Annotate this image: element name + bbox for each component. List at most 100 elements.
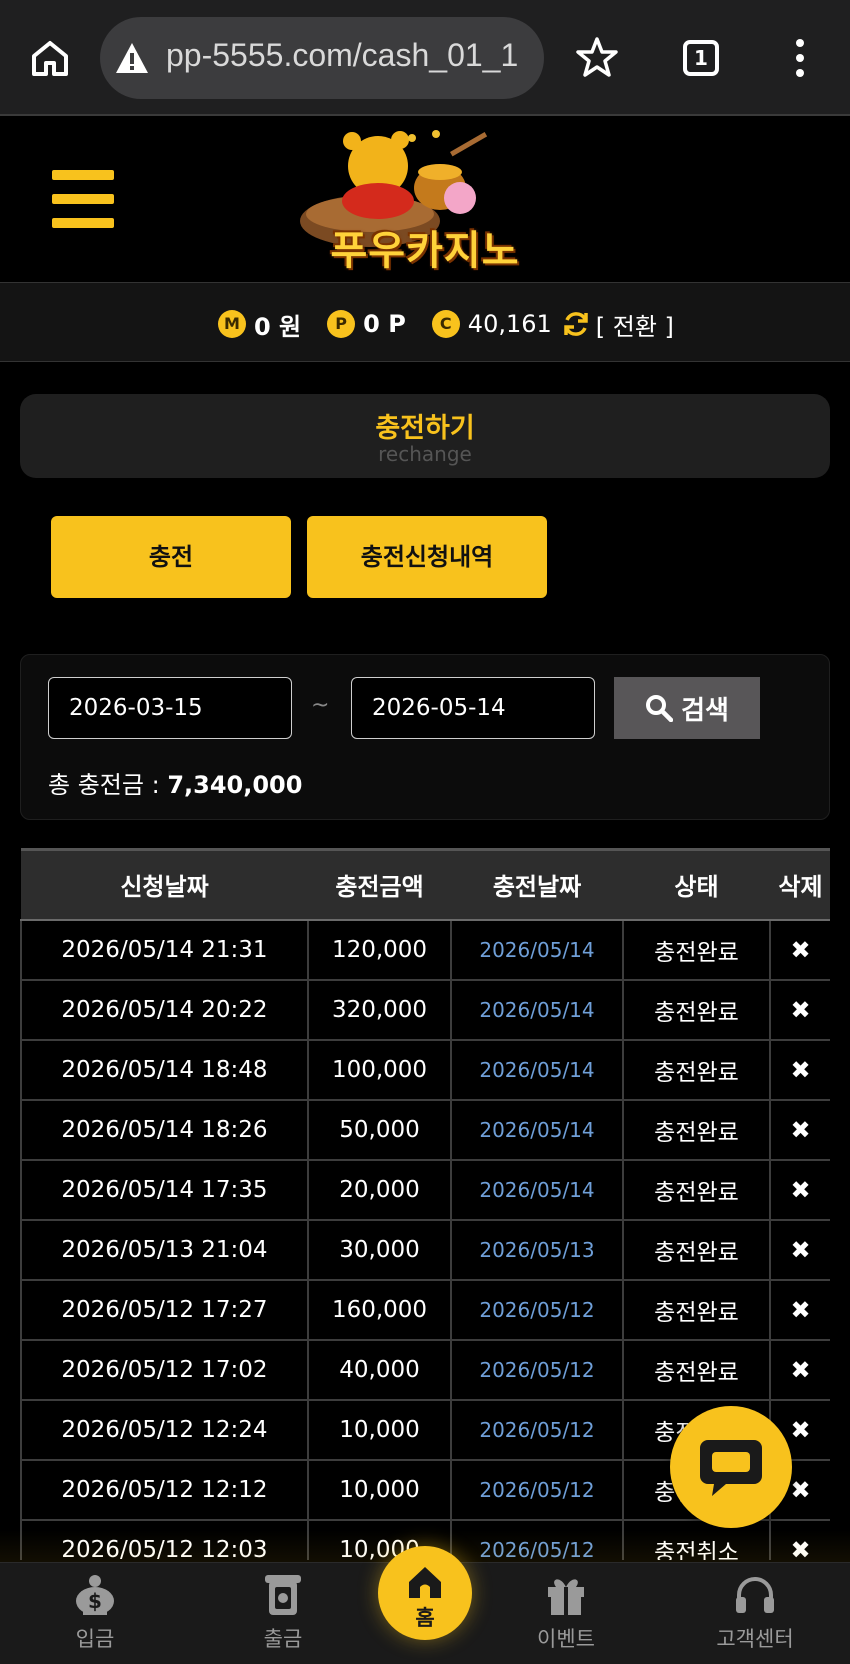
cell-status: 충전완료 xyxy=(622,978,771,1041)
cell-request-date: 2026/05/12 17:02 xyxy=(20,1338,309,1401)
nav-event[interactable]: 이벤트 xyxy=(501,1569,631,1659)
cell-charge-date: 2026/05/13 xyxy=(450,1218,624,1281)
nav-home[interactable]: 홈 xyxy=(378,1546,472,1640)
cell-amount: 320,000 xyxy=(307,978,452,1041)
bookmark-star-icon[interactable] xyxy=(576,36,618,78)
cell-charge-date: 2026/05/14 xyxy=(450,1158,624,1221)
cell-amount: 30,000 xyxy=(307,1218,452,1281)
url-text: pp-5555.com/cash_01_1 xyxy=(166,37,519,73)
refresh-icon[interactable] xyxy=(562,310,590,338)
chat-button[interactable] xyxy=(670,1406,792,1528)
tab-switcher-button[interactable]: 1 xyxy=(683,40,719,76)
nav-withdraw[interactable]: 출금 xyxy=(218,1569,348,1659)
page-title-card: 충전하기 rechange xyxy=(20,394,830,478)
cell-charge-date: 2026/05/14 xyxy=(450,1098,624,1161)
delete-button[interactable]: ✖ xyxy=(769,978,830,1041)
cell-request-date: 2026/05/14 17:35 xyxy=(20,1158,309,1221)
total-label: 총 충전금 : xyxy=(48,771,160,799)
warning-icon[interactable] xyxy=(114,41,150,75)
point-coin-icon: P xyxy=(327,310,356,338)
site-logo[interactable]: 푸우카지노 xyxy=(300,126,550,274)
nav-support[interactable]: 고객센터 xyxy=(690,1569,820,1659)
tab-recharge-history[interactable]: 충전신청내역 xyxy=(307,516,547,598)
address-bar[interactable]: pp-5555.com/cash_01_1 xyxy=(100,17,544,99)
search-icon xyxy=(646,695,674,722)
header-request-date: 신청날짜 xyxy=(21,848,308,921)
header-amount: 충전금액 xyxy=(308,848,451,921)
balance-bar: M 0 원 P 0 P C 40,161 [ 전환 ] xyxy=(0,282,850,362)
tab-recharge[interactable]: 충전 xyxy=(51,516,291,598)
cell-charge-date: 2026/05/12 xyxy=(450,1458,624,1521)
nav-home-label: 홈 xyxy=(415,1606,435,1630)
table-row: 2026/05/14 20:22 320,000 2026/05/14 충전완료 ✖ xyxy=(20,978,830,1041)
total-value: 7,340,000 xyxy=(167,771,303,799)
switch-button[interactable]: [ 전환 ] xyxy=(596,307,674,342)
table-row: 2026/05/14 18:26 50,000 2026/05/14 충전완료 ✖ xyxy=(20,1098,830,1161)
money-value: 0 원 xyxy=(254,312,302,341)
table-row: 2026/05/13 21:04 30,000 2026/05/13 충전완료 ✖ xyxy=(20,1218,830,1281)
cell-charge-date: 2026/05/12 xyxy=(450,1398,624,1461)
delete-button[interactable]: ✖ xyxy=(769,1338,830,1401)
date-from-input[interactable]: 2026-03-15 xyxy=(48,677,292,739)
cell-status: 충전완료 xyxy=(622,1098,771,1161)
table-row: 2026/05/14 17:35 20,000 2026/05/14 충전완료 ✖ xyxy=(20,1158,830,1221)
cell-charge-date: 2026/05/14 xyxy=(450,918,624,981)
hamburger-menu-button[interactable] xyxy=(52,170,114,228)
header-charge-date: 충전날짜 xyxy=(451,848,623,921)
nav-event-label: 이벤트 xyxy=(537,1627,595,1651)
cell-amount: 10,000 xyxy=(307,1398,452,1461)
home-icon xyxy=(409,1567,441,1598)
delete-button[interactable]: ✖ xyxy=(769,918,830,981)
delete-button[interactable]: ✖ xyxy=(769,1158,830,1221)
nav-withdraw-label: 출금 xyxy=(263,1627,303,1651)
cell-amount: 40,000 xyxy=(307,1338,452,1401)
header-delete: 삭제 xyxy=(770,848,830,921)
cell-request-date: 2026/05/12 17:27 xyxy=(20,1278,309,1341)
point-balance: P 0 P xyxy=(327,310,406,338)
search-panel: 2026-03-15 ~ 2026-05-14 검색 총 충전금 : 7,340… xyxy=(20,654,830,820)
headset-icon xyxy=(736,1577,774,1613)
nav-deposit[interactable]: $ 입금 xyxy=(30,1569,160,1659)
cell-status: 충전완료 xyxy=(622,1038,771,1101)
delete-button[interactable]: ✖ xyxy=(769,1098,830,1161)
table-header-row: 신청날짜 충전금액 충전날짜 상태 삭제 xyxy=(21,848,830,921)
money-coin-icon: M xyxy=(218,310,246,338)
delete-button[interactable]: ✖ xyxy=(769,1218,830,1281)
cell-status: 충전완료 xyxy=(622,918,771,981)
cell-status: 충전완료 xyxy=(622,1158,771,1221)
cell-request-date: 2026/05/14 18:48 xyxy=(20,1038,309,1101)
cell-amount: 160,000 xyxy=(307,1278,452,1341)
casino-coin-icon: C xyxy=(431,310,460,338)
date-to-input[interactable]: 2026-05-14 xyxy=(351,677,595,739)
chat-bubble-icon xyxy=(700,1440,762,1496)
delete-button[interactable]: ✖ xyxy=(769,1278,830,1341)
nav-deposit-label: 입금 xyxy=(75,1627,115,1651)
table-row: 2026/05/12 17:02 40,000 2026/05/12 충전완료 ✖ xyxy=(20,1338,830,1401)
more-menu-icon[interactable] xyxy=(790,38,810,78)
nav-support-label: 고객센터 xyxy=(716,1627,794,1651)
delete-button[interactable]: ✖ xyxy=(769,1038,830,1101)
cell-amount: 50,000 xyxy=(307,1098,452,1161)
table-row: 2026/05/12 17:27 160,000 2026/05/12 충전완료 ✖ xyxy=(20,1278,830,1341)
logo-text: 푸우카지노 xyxy=(330,228,520,274)
page-title: 충전하기 xyxy=(375,413,475,444)
cell-amount: 10,000 xyxy=(307,1458,452,1521)
cell-request-date: 2026/05/13 21:04 xyxy=(20,1218,309,1281)
browser-toolbar: pp-5555.com/cash_01_1 1 xyxy=(0,0,850,116)
header-status: 상태 xyxy=(623,848,770,921)
money-bag-icon: $ xyxy=(76,1575,114,1615)
cell-request-date: 2026/05/14 18:26 xyxy=(20,1098,309,1161)
home-icon[interactable] xyxy=(30,38,70,78)
table-row: 2026/05/14 18:48 100,000 2026/05/14 충전완료 ✖ xyxy=(20,1038,830,1101)
page-subtitle: rechange xyxy=(378,442,472,466)
cell-status: 충전완료 xyxy=(622,1218,771,1281)
cell-amount: 20,000 xyxy=(307,1158,452,1221)
cell-charge-date: 2026/05/14 xyxy=(450,1038,624,1101)
casino-value: 40,161 xyxy=(467,310,552,338)
cell-status: 충전완료 xyxy=(622,1338,771,1401)
cell-charge-date: 2026/05/14 xyxy=(450,978,624,1041)
site-header: 푸우카지노 xyxy=(0,118,850,282)
search-button[interactable]: 검색 xyxy=(614,677,760,739)
total-recharge: 총 충전금 : 7,340,000 xyxy=(48,765,302,800)
cell-request-date: 2026/05/12 12:24 xyxy=(20,1398,309,1461)
